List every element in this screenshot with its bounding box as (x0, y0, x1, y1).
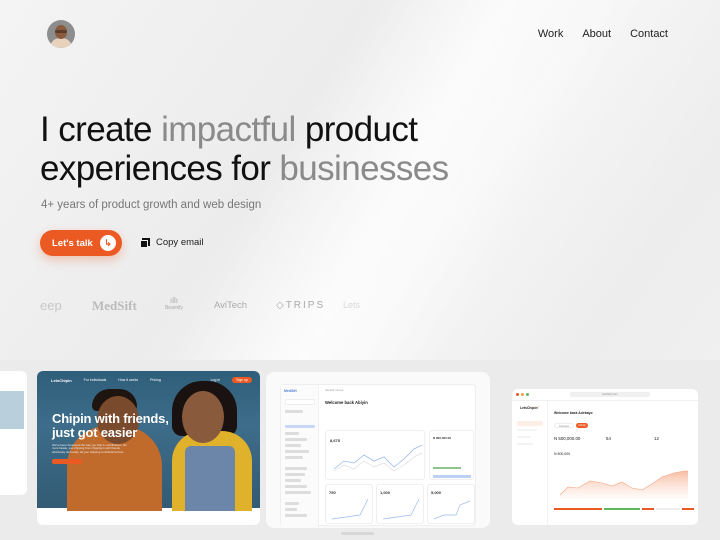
logo-avitech: AviTech (214, 300, 248, 311)
copy-email-label: Copy email (156, 237, 204, 248)
mini-nav-link: How it works (118, 378, 139, 382)
sidebar-item-active (285, 425, 315, 428)
medsift-line-chart (333, 444, 423, 472)
project-card-medsift[interactable]: MedSift General / Home Welcome back Abiy… (266, 372, 490, 528)
medsift-small-chart: 750 (325, 484, 373, 524)
headline-line-1: I create impactful product (40, 110, 418, 149)
diamond-icon: ◇ (276, 300, 286, 311)
mini-title-line: just got easier (52, 425, 138, 440)
sidebar-item (285, 438, 307, 441)
logo-lets: Lets (343, 300, 361, 310)
sidebar-item (285, 473, 305, 476)
sidebar-item (285, 491, 311, 494)
lets-talk-button[interactable]: Let's talk ↳ (40, 230, 122, 256)
logo-keep: eep (40, 298, 62, 313)
nav-work-link[interactable]: Work (538, 28, 563, 40)
medsift-small-chart: 1,000 (376, 484, 424, 524)
logo-medsift: MedSift (92, 298, 137, 313)
medsift-logo: MedSift (284, 389, 297, 393)
medsift-revenue-panel: N 800,000.00 (429, 430, 474, 480)
sidebar-item (285, 467, 307, 470)
mini-login: Log in (210, 378, 221, 382)
main-nav: Work About Contact (538, 28, 668, 40)
sidebar-item (285, 502, 299, 505)
medsift-main: General / Home Welcome back Abiyin 8,675… (319, 385, 475, 525)
mini-hero-button (52, 459, 82, 464)
mini-signup: Sign up (232, 377, 252, 383)
soundwave-icon: ıllı (170, 296, 178, 305)
lc-contribution-bars (554, 508, 694, 510)
copy-icon (140, 237, 150, 248)
mini-title-line: Chipin with friends, (52, 411, 169, 426)
project-card-letschipin-dashboard[interactable]: letschipin.com LetsChipin° Welcome back … (512, 389, 698, 525)
mini-nav-link: Pricing (150, 378, 161, 382)
logo-beamify: ıllı Beamify (162, 296, 186, 311)
avatar-shirt (50, 38, 72, 48)
sidebar-item (285, 508, 297, 511)
mini-nav: LetsChipin For individuals How it works … (51, 376, 252, 384)
sidebar-item (285, 450, 309, 453)
headline-line-2: experiences for businesses (40, 149, 449, 188)
medsift-kpi-revenue: N 800,000.00 (433, 436, 452, 440)
medsift-line-chart-panel: 8,675 (325, 430, 425, 480)
lc-area-chart (559, 470, 688, 499)
medsift-breadcrumb: General / Home (325, 389, 344, 392)
avatar[interactable] (47, 20, 75, 48)
sidebar-item (285, 410, 303, 413)
headline-highlight: businesses (279, 149, 449, 188)
copy-email-button[interactable]: Copy email (140, 237, 204, 248)
hero-headline: I create impactful product experiences f… (40, 110, 449, 188)
logo-trips: ◇TRIPS (276, 300, 326, 311)
project-card-mobile[interactable] (0, 371, 27, 495)
sidebar-item (285, 514, 307, 517)
mini-brand: LetsChipin (51, 377, 72, 383)
phone-screenshot-image (0, 391, 24, 429)
headline-highlight: impactful (161, 110, 296, 149)
carousel-scrollbar[interactable] (341, 532, 374, 535)
hero-subheadline: 4+ years of product growth and web desig… (41, 199, 262, 211)
arrow-turn-down-right-icon: ↳ (100, 235, 116, 251)
avatar-glasses (55, 30, 67, 33)
sidebar-item (285, 485, 307, 488)
mini-hero-title: Chipin with friends, just got easier (52, 412, 169, 440)
progress-bar-blue (433, 475, 471, 478)
client-logos: eep MedSift ıllı Beamify AviTech ◇TRIPS L… (0, 296, 720, 316)
mini-hero-subtitle: We've been developed the way you chip in… (52, 443, 127, 454)
mini-nav-link: For individuals (83, 378, 107, 382)
nav-about-link[interactable]: About (582, 28, 611, 40)
progress-bar-green (433, 467, 461, 469)
headline-text: product (295, 110, 418, 149)
user-card (285, 399, 315, 405)
sidebar-item (285, 456, 303, 459)
headline-text: experiences for (40, 149, 280, 188)
sidebar-item (285, 479, 301, 482)
medsift-welcome: Welcome back Abiyin (325, 400, 368, 405)
lets-talk-label: Let's talk (52, 237, 93, 249)
sidebar-item (285, 444, 301, 447)
headline-text: I create (40, 110, 162, 149)
medsift-dashboard: MedSift General / Home Welcome back Abiy… (280, 384, 476, 527)
sidebar-item (285, 432, 299, 435)
project-card-letschipin-landing[interactable]: LetsChipin For individuals How it works … (37, 371, 260, 525)
medsift-sidebar: MedSift (281, 385, 319, 527)
nav-contact-link[interactable]: Contact (630, 28, 668, 40)
medsift-small-chart: 5,000 (427, 484, 475, 524)
